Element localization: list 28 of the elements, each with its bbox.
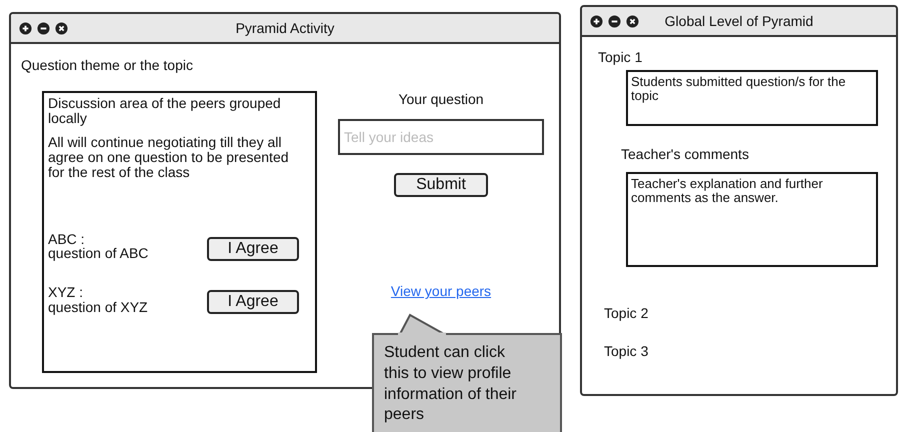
minus-circle-icon[interactable]	[37, 22, 50, 34]
topic-heading: Topic 3	[604, 343, 650, 360]
plus-circle-icon[interactable]	[590, 14, 603, 28]
callout-text: Student can click this to view profile information of their peers	[384, 343, 518, 426]
topic-heading: Topic 1	[598, 49, 644, 66]
close-circle-icon[interactable]	[626, 14, 639, 28]
close-circle-icon[interactable]	[55, 22, 68, 34]
discussion-text: All will continue negotiating till they all agree on one question to be presented for the rest of the class	[48, 135, 290, 180]
plus-circle-icon[interactable]	[19, 22, 32, 34]
questions-box: Students submitted question/s for the topic	[626, 70, 878, 126]
question-label: Your question	[398, 91, 484, 108]
submit-button[interactable]: Submit	[394, 173, 488, 198]
peer-name: ABC :	[48, 232, 86, 246]
discussion-text: Discussion area of the peers grouped locally	[48, 96, 282, 126]
agree-button[interactable]: I Agree	[207, 236, 299, 261]
minus-circle-icon[interactable]	[608, 14, 621, 28]
peer-name: XYZ :	[48, 284, 84, 300]
topic-label: Question theme or the topic	[21, 57, 194, 74]
peer-question: question of ABC	[48, 246, 150, 261]
comments-box: Teacher's explanation and further comments as the answer.	[626, 172, 878, 268]
topic-heading: Topic 2	[604, 305, 650, 322]
view-peers-link[interactable]: View your peers	[390, 283, 492, 300]
window-title: Pyramid Activity	[234, 20, 336, 36]
peer-question: question of XYZ	[48, 300, 149, 314]
window-title: Global Level of Pyramid	[664, 13, 814, 29]
agree-button[interactable]: I Agree	[207, 290, 299, 314]
question-input[interactable]: Tell your ideas	[338, 119, 544, 156]
comments-label: Teacher's comments	[621, 146, 750, 162]
